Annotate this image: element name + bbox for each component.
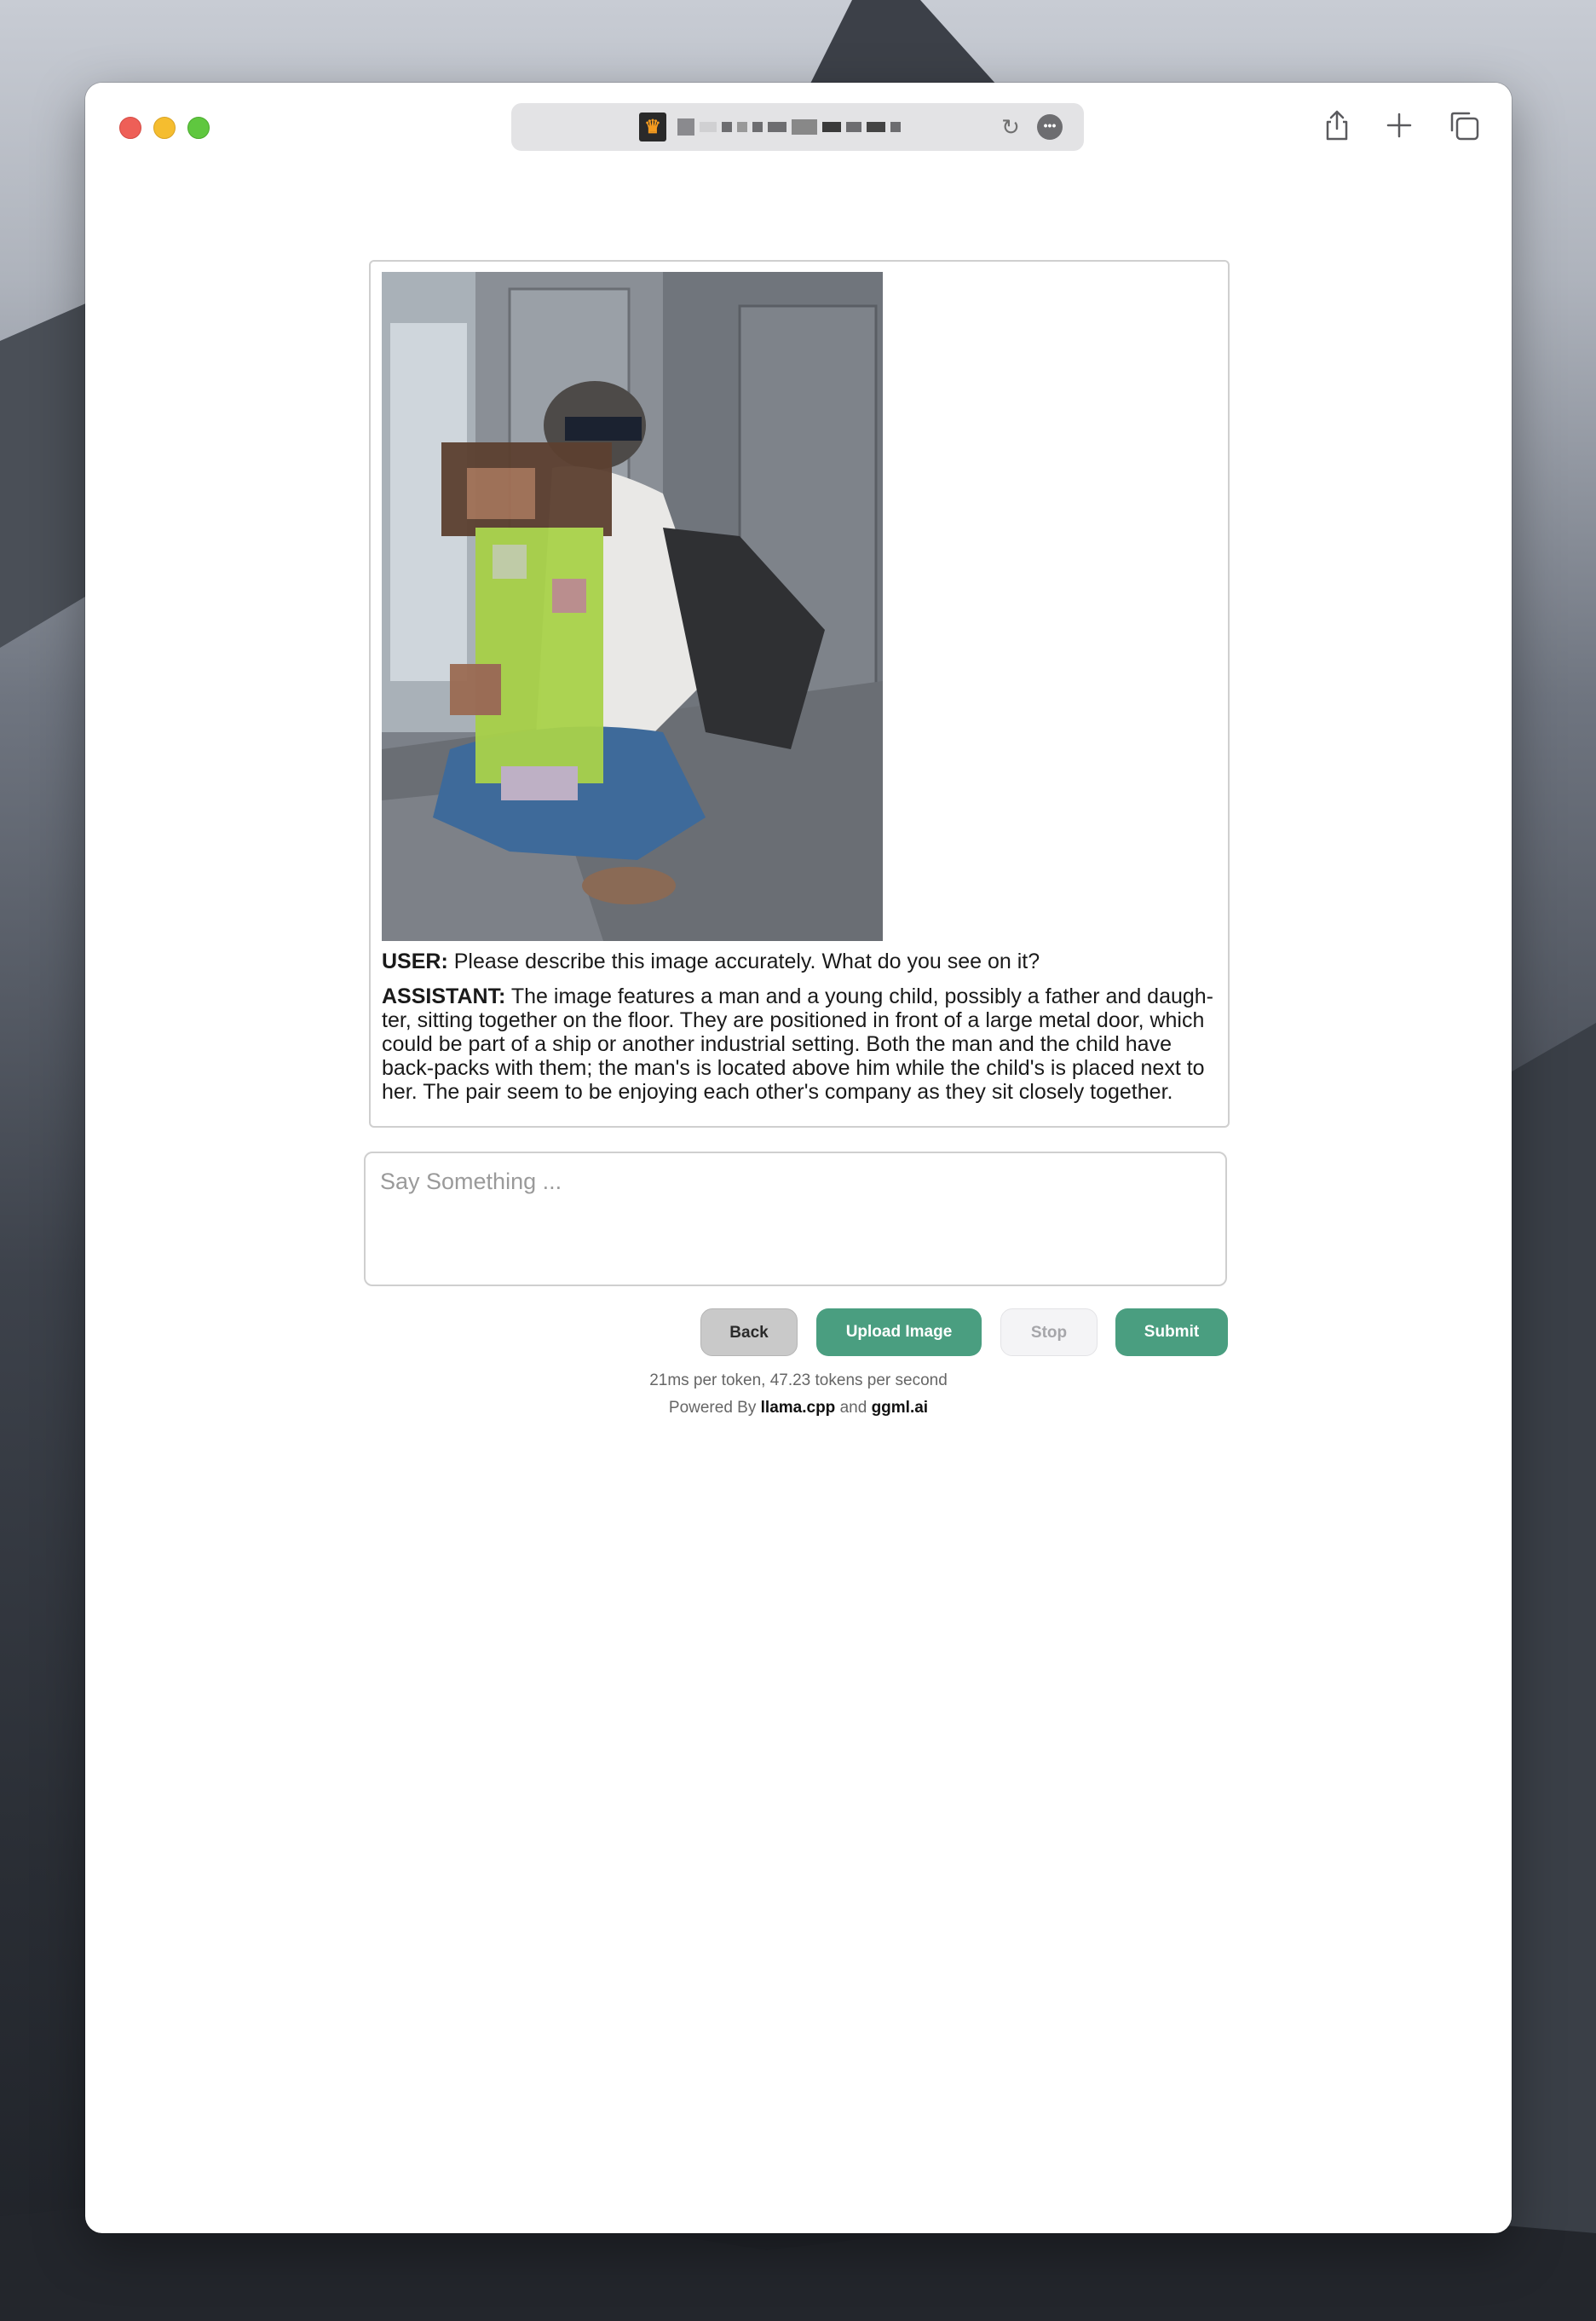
ggml-link[interactable]: ggml.ai xyxy=(872,1399,929,1417)
close-window-button[interactable] xyxy=(119,117,141,139)
more-options-icon[interactable]: ••• xyxy=(1037,114,1063,140)
tab-overview-icon[interactable] xyxy=(1445,107,1483,144)
masked-url xyxy=(677,117,901,137)
token-stats: 21ms per token, 47.23 tokens per second xyxy=(649,1371,948,1389)
powered-by: Powered By llama.cpp and ggml.ai xyxy=(85,1399,1512,1417)
title-bar: ♛ ↻ ••• xyxy=(85,83,1512,172)
share-icon[interactable] xyxy=(1318,107,1356,144)
assistant-message: ASSISTANT: The image features a man and … xyxy=(382,984,1217,1104)
maximize-window-button[interactable] xyxy=(187,117,210,139)
assistant-label: ASSISTANT: xyxy=(382,984,506,1008)
message-input[interactable] xyxy=(364,1152,1227,1286)
submit-button[interactable]: Submit xyxy=(1115,1308,1228,1356)
browser-window: ♛ ↻ ••• USER: Please describe this image… xyxy=(85,83,1512,2233)
upload-image-button[interactable]: Upload Image xyxy=(816,1308,982,1356)
back-button[interactable]: Back xyxy=(700,1308,798,1356)
stop-button[interactable]: Stop xyxy=(1000,1308,1098,1356)
new-tab-icon[interactable] xyxy=(1380,107,1418,144)
chat-log: USER: Please describe this image accurat… xyxy=(369,260,1230,1128)
powered-and: and xyxy=(835,1399,872,1417)
address-bar[interactable]: ♛ ↻ ••• xyxy=(511,103,1084,151)
user-label: USER: xyxy=(382,950,448,973)
uploaded-image xyxy=(382,272,883,941)
user-message-text: Please describe this image accurately. W… xyxy=(453,950,1040,973)
site-favicon-icon: ♛ xyxy=(639,113,666,141)
llama-cpp-link[interactable]: llama.cpp xyxy=(761,1399,836,1417)
minimize-window-button[interactable] xyxy=(153,117,176,139)
powered-prefix: Powered By xyxy=(668,1399,761,1417)
assistant-message-text: The image features a man and a young chi… xyxy=(382,984,1214,1104)
reload-icon[interactable]: ↻ xyxy=(999,115,1023,139)
user-message: USER: Please describe this image accurat… xyxy=(382,950,1217,973)
